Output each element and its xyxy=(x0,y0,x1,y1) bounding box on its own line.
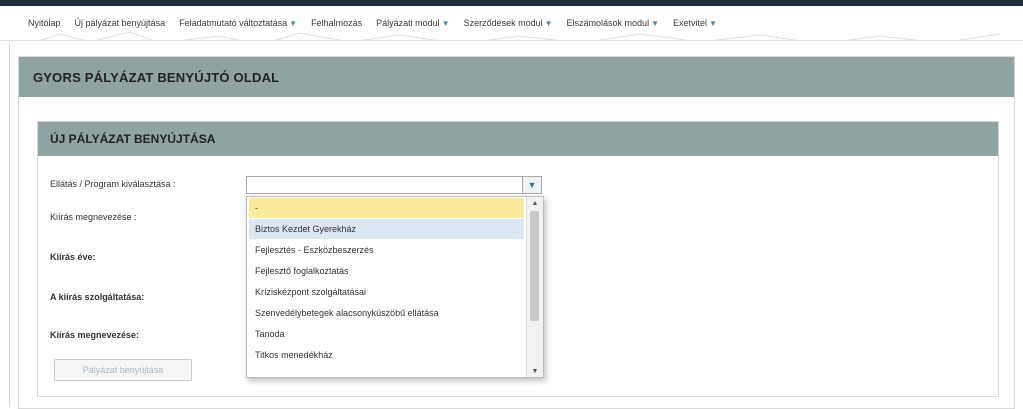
chevron-down-icon: ▼ xyxy=(709,19,717,28)
nav-new-application[interactable]: Új pályázat benyújtása xyxy=(75,18,166,28)
dropdown-option[interactable]: Tanoda xyxy=(249,324,524,344)
call-name-label: Kiírás megnevezése : xyxy=(50,212,137,222)
nav-exetvitel[interactable]: Exetvitel ▼ xyxy=(673,18,717,28)
dropdown-scrollbar[interactable]: ▲ ▼ xyxy=(526,197,543,377)
scroll-down-icon[interactable]: ▼ xyxy=(527,365,543,377)
nav-task-indicator-change[interactable]: Feladatmutató változtatása ▼ xyxy=(179,18,297,28)
nav-label: Feladatmutató változtatása xyxy=(179,18,288,28)
chevron-down-icon: ▼ xyxy=(289,19,298,28)
program-dropdown-list: - Biztos Kezdet Gyerekház Fejlesztés - E… xyxy=(246,196,544,378)
nav-label: Felhalmozás xyxy=(311,18,363,28)
chevron-down-icon[interactable]: ▼ xyxy=(522,177,541,193)
chevron-down-icon: ▼ xyxy=(651,19,659,28)
page-title: GYORS PÁLYÁZAT BENYÚJTÓ OLDAL xyxy=(19,57,1014,97)
dropdown-option[interactable]: Fejlesztő foglalkoztatás xyxy=(249,261,524,281)
decorative-left-line xyxy=(9,44,10,407)
nav-contracts-module[interactable]: Szerződések modul ▼ xyxy=(464,18,553,28)
nav-items: Nyitólap Új pályázat benyújtása Feladatm… xyxy=(28,6,717,40)
nav-label: Exetvitel xyxy=(673,18,708,28)
nav-label: Pályázati modul xyxy=(376,18,440,28)
new-application-panel: ÚJ PÁLYÁZAT BENYÚJTÁSA Ellátás / Program… xyxy=(37,121,999,397)
scroll-up-icon[interactable]: ▲ xyxy=(527,197,543,209)
chevron-down-icon: ▼ xyxy=(544,19,553,28)
call-year-label: Kiírás éve: xyxy=(50,252,96,262)
main-content: GYORS PÁLYÁZAT BENYÚJTÓ OLDAL ÚJ PÁLYÁZA… xyxy=(18,56,1015,409)
dropdown-option[interactable]: - xyxy=(249,198,524,218)
nav-settlements-module[interactable]: Elszámolások modul ▼ xyxy=(567,18,659,28)
nav-accumulation[interactable]: Felhalmozás xyxy=(311,18,362,28)
dropdown-option[interactable]: Fejlesztés - Eszközbeszerzés xyxy=(249,240,524,260)
program-select[interactable]: ▼ xyxy=(246,176,542,194)
nav-label: Elszámolások modul xyxy=(566,18,650,28)
call-name-label-2: Kiírás megnevezése: xyxy=(50,330,140,340)
call-service-label: A kiírás szolgáltatása: xyxy=(50,292,145,302)
main-navigation: Nyitólap Új pályázat benyújtása Feladatm… xyxy=(0,6,1023,41)
panel-title: ÚJ PÁLYÁZAT BENYÚJTÁSA xyxy=(38,122,998,156)
dropdown-option[interactable]: Kríziskézpont szolgáltatásai xyxy=(249,282,524,302)
dropdown-option[interactable]: Szenvedélybetegek alacsonyküszöbű ellátá… xyxy=(249,303,524,323)
chevron-down-icon: ▼ xyxy=(441,19,450,28)
program-select-label: Ellátás / Program kiválasztása : xyxy=(50,179,176,189)
dropdown-option[interactable]: Titkos menedékház xyxy=(249,345,524,365)
nav-label: Szerződések modul xyxy=(463,18,543,28)
nav-label: Nyitólap xyxy=(28,18,61,28)
nav-home[interactable]: Nyitólap xyxy=(28,18,61,28)
nav-label: Új pályázat benyújtása xyxy=(74,18,166,28)
nav-application-module[interactable]: Pályázati modul ▼ xyxy=(376,18,449,28)
submit-application-button[interactable]: Pályázat benyújtása xyxy=(54,359,192,381)
scrollbar-thumb[interactable] xyxy=(530,211,539,321)
dropdown-option[interactable]: Biztos Kezdet Gyerekház xyxy=(249,219,524,239)
